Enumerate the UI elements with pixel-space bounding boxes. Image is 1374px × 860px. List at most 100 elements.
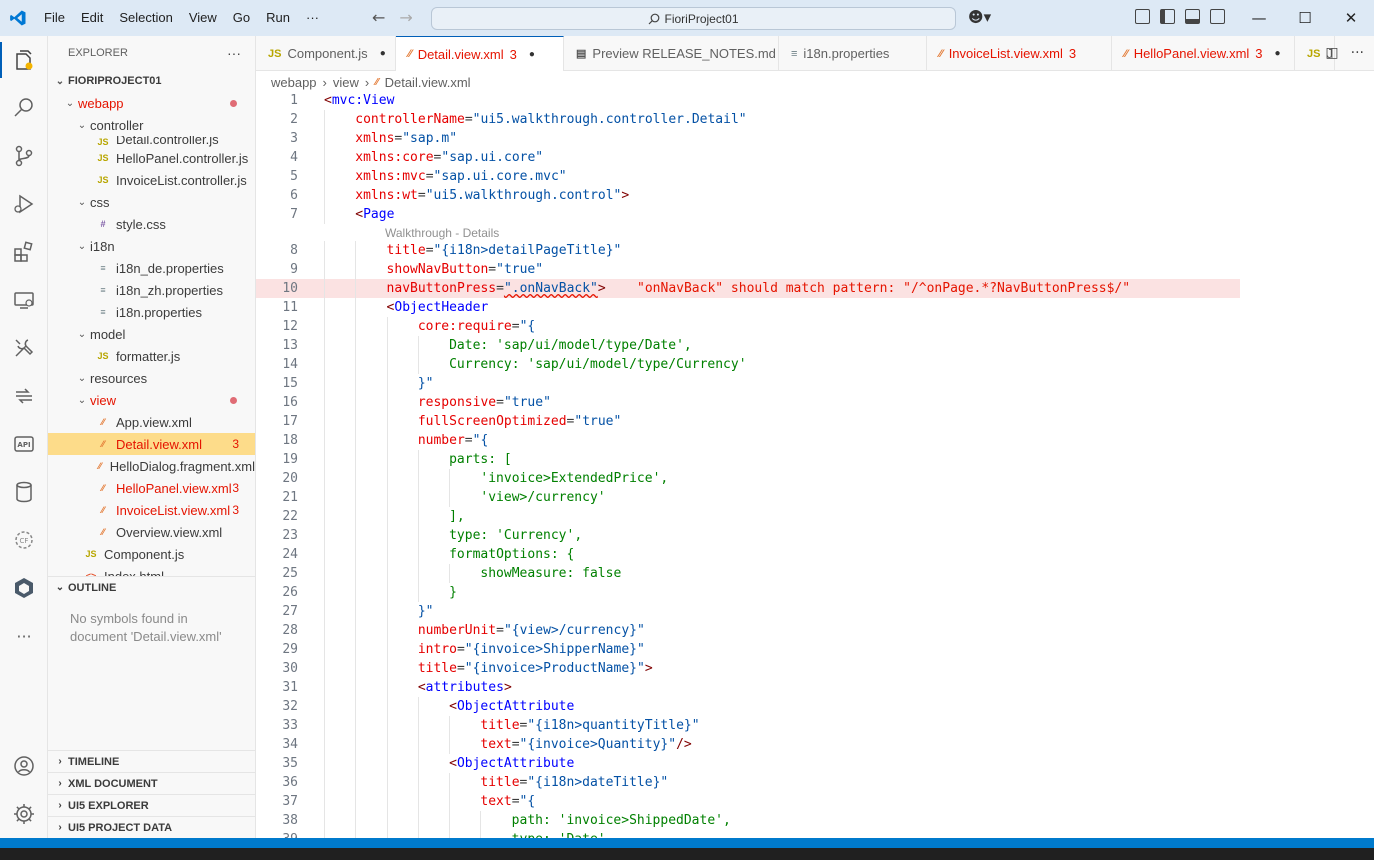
source-control-icon[interactable] [0, 132, 48, 180]
folder-i18n[interactable]: ⌄ i18n [48, 235, 255, 257]
menu-item-4[interactable]: Go [225, 0, 258, 36]
tab-invoicelist-view-xml[interactable]: ⁄⁄ InvoiceList.view.xml 3 [927, 36, 1112, 71]
js-file-icon: JS [97, 153, 109, 163]
file-hellopanel-controller-js[interactable]: JS HelloPanel.controller.js [48, 147, 255, 169]
breadcrumb-item[interactable]: view [333, 75, 359, 90]
folder-model[interactable]: ⌄ model [48, 323, 255, 345]
menu-item-0[interactable]: File [36, 0, 73, 36]
breadcrumb-item[interactable]: webapp [271, 75, 317, 90]
minimize-icon[interactable]: — [1236, 0, 1282, 36]
code-text: xmlns:core="sap.ui.core" [355, 148, 543, 167]
code-editor[interactable]: 1 <mvc:View 2 controllerName="ui5.walkthrou… [256, 93, 1374, 838]
folder-controller[interactable]: ⌄ controller [48, 114, 255, 136]
command-center-search[interactable]: FioriProject01 [431, 7, 956, 30]
cf-icon[interactable]: CF [0, 516, 48, 564]
maximize-icon[interactable]: ☐ [1282, 0, 1328, 36]
toggle-secondary-sidebar-icon[interactable] [1210, 9, 1225, 24]
more-actions-icon[interactable]: ··· [1351, 45, 1364, 61]
search-icon[interactable] [0, 84, 48, 132]
section-header-ui5-explorer[interactable]: › UI5 EXPLORER [48, 794, 255, 816]
file-detail-controller-js[interactable]: JS Detail.controller.js [48, 136, 255, 147]
menu-item-2[interactable]: Selection [111, 0, 180, 36]
tab-preview-release_notes-md[interactable]: ▤ Preview RELEASE_NOTES.md [564, 36, 779, 71]
file-formatter-js[interactable]: JS formatter.js [48, 345, 255, 367]
file-index-html[interactable]: <> Index.html [48, 565, 255, 577]
api-icon[interactable]: API [0, 420, 48, 468]
deploy-icon[interactable] [0, 372, 48, 420]
code-text: <attributes> [418, 678, 512, 697]
run-debug-icon[interactable] [0, 180, 48, 228]
line-number: 11 [282, 300, 298, 315]
codelens-annotation[interactable]: Walkthrough - Details [385, 225, 499, 241]
menu-item-3[interactable]: View [181, 0, 225, 36]
section-header-xml-document[interactable]: › XML DOCUMENT [48, 772, 255, 794]
tab-label: Component.js [287, 46, 368, 61]
code-token: "ui5.walkthrough.control" [425, 188, 622, 203]
tree-item-label: InvoiceList.view.xml [116, 502, 231, 518]
more-icon[interactable]: ··· [0, 612, 48, 660]
file-hellodialog-fragment-xml[interactable]: ⁄⁄ HelloDialog.fragment.xml [48, 455, 255, 477]
folder-resources[interactable]: ⌄ resources [48, 367, 255, 389]
folder-css[interactable]: ⌄ css [48, 191, 255, 213]
file-hellopanel-view-xml[interactable]: ⁄⁄ HelloPanel.view.xml 3 [48, 477, 255, 499]
tree-item-label: i18n_zh.properties [116, 282, 223, 298]
explorer-icon[interactable] [0, 36, 48, 84]
split-editor-icon[interactable]: ◫ [1325, 45, 1338, 61]
file-component-js[interactable]: JS Component.js [48, 543, 255, 565]
line-number: 38 [282, 813, 298, 828]
file-detail-view-xml[interactable]: ⁄⁄ Detail.view.xml 3 [48, 433, 255, 455]
section-title: TIMELINE [68, 755, 120, 768]
toggle-panel-icon[interactable] [1185, 9, 1200, 24]
unsaved-dot-icon[interactable]: ● [1275, 48, 1281, 59]
tools-icon[interactable] [0, 324, 48, 372]
close-icon[interactable]: ✕ [1328, 0, 1374, 36]
file-invoicelist-view-xml[interactable]: ⁄⁄ InvoiceList.view.xml 3 [48, 499, 255, 521]
tab-detail-view-xml[interactable]: ⁄⁄ Detail.view.xml 3 ● [396, 36, 564, 71]
extensions-icon[interactable] [0, 228, 48, 276]
code-line: 39 type: 'Date', [256, 830, 1240, 838]
file-overview-view-xml[interactable]: ⁄⁄ Overview.view.xml [48, 521, 255, 543]
workspace-root[interactable]: ⌄ FIORIPROJECT01 [48, 70, 255, 92]
unsaved-dot-icon[interactable]: ● [529, 49, 535, 60]
code-token: = [511, 319, 520, 334]
menu-item-6[interactable]: ··· [298, 0, 327, 36]
accounts-icon[interactable] [0, 742, 48, 790]
explorer-more-actions-icon[interactable]: ··· [227, 45, 241, 61]
file-i18n-properties[interactable]: ≡ i18n.properties [48, 301, 255, 323]
section-header-ui5-project-data[interactable]: › UI5 PROJECT DATA [48, 816, 255, 838]
tree-item-label: i18n_de.properties [116, 260, 224, 276]
file-i18n_de-properties[interactable]: ≡ i18n_de.properties [48, 257, 255, 279]
code-token: mvc:View [331, 93, 395, 108]
folder-webapp[interactable]: ⌄ webapp [48, 92, 255, 114]
sap-fiori-icon[interactable] [0, 564, 48, 612]
folder-view[interactable]: ⌄ view [48, 389, 255, 411]
menu-item-5[interactable]: Run [258, 0, 298, 36]
outline-section-header[interactable]: ⌄ OUTLINE [48, 576, 255, 598]
back-arrow-icon[interactable]: ← [372, 8, 385, 27]
database-icon[interactable] [0, 468, 48, 516]
customize-layout-icon[interactable] [1135, 9, 1150, 24]
code-token: "{invoice>ShipperName}" [464, 642, 645, 657]
code-token: "{ [519, 319, 536, 334]
unsaved-dot-icon[interactable]: ● [380, 48, 386, 59]
xml-file-icon: ⁄⁄ [1124, 47, 1128, 60]
remote-explorer-icon[interactable] [0, 276, 48, 324]
tab-i18n-properties[interactable]: ≡ i18n.properties [779, 36, 927, 71]
code-line: 32 <ObjectAttribute [256, 697, 1240, 716]
file-style-css[interactable]: # style.css [48, 213, 255, 235]
code-line: 22], [256, 507, 1240, 526]
tab-hellopanel-view-xml[interactable]: ⁄⁄ HelloPanel.view.xml 3 ● [1112, 36, 1295, 71]
file-app-view-xml[interactable]: ⁄⁄ App.view.xml [48, 411, 255, 433]
manage-gear-icon[interactable] [0, 790, 48, 838]
section-header-timeline[interactable]: › TIMELINE [48, 750, 255, 772]
code-line: 6 xmlns:wt="ui5.walkthrough.control"> [256, 186, 1240, 205]
forward-arrow-icon[interactable]: → [399, 8, 412, 27]
copilot-icon[interactable]: ☻▾ [968, 8, 991, 26]
code-text: <mvc:View [324, 93, 394, 110]
breadcrumb-item[interactable]: Detail.view.xml [385, 75, 471, 90]
toggle-primary-sidebar-icon[interactable] [1160, 9, 1175, 24]
menu-item-1[interactable]: Edit [73, 0, 111, 36]
file-invoicelist-controller-js[interactable]: JS InvoiceList.controller.js [48, 169, 255, 191]
tab-component-js[interactable]: JS Component.js ● [256, 36, 396, 71]
file-i18n_zh-properties[interactable]: ≡ i18n_zh.properties [48, 279, 255, 301]
